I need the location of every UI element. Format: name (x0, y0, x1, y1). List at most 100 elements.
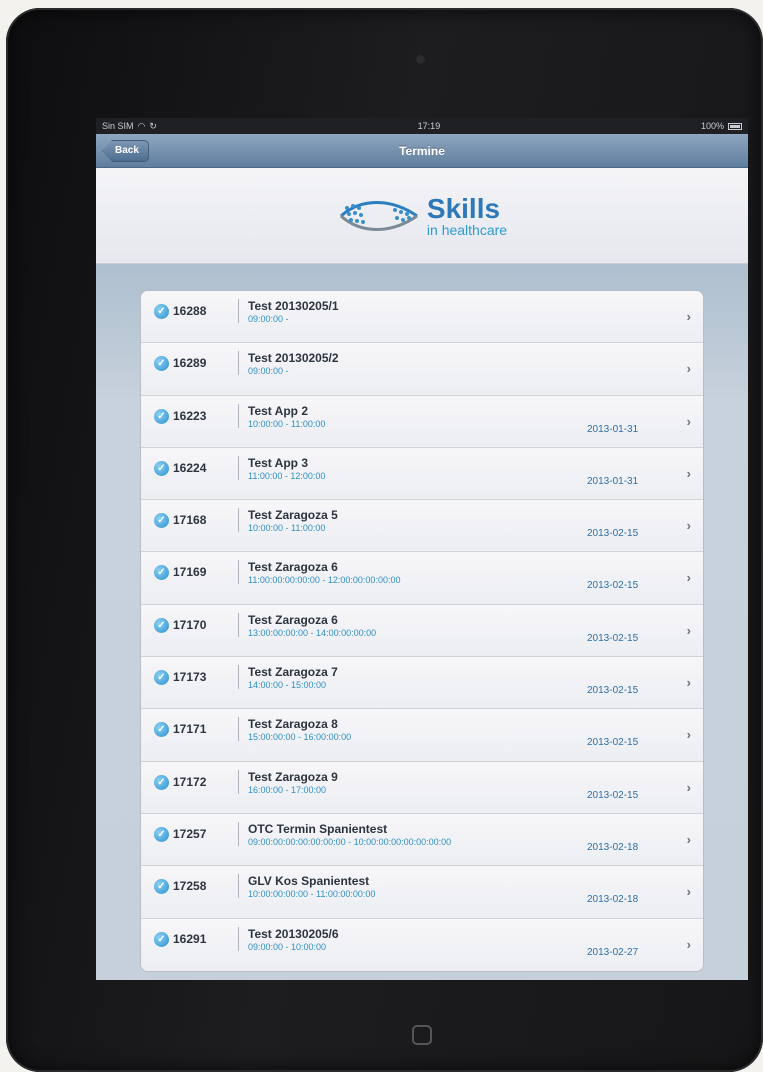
appointment-date: 2013-02-15 (587, 580, 639, 592)
front-camera (416, 55, 425, 64)
appointment-title: GLV Kos Spanientest (248, 874, 370, 889)
appointment-row[interactable]: ✓ 17168 Test Zaragoza 5 10:00:00 - 11:00… (141, 500, 703, 553)
chevron-right-icon: › (686, 413, 691, 429)
status-right: 100% (701, 121, 742, 131)
battery-label: 100% (700, 121, 724, 131)
chevron-right-icon: › (686, 936, 691, 952)
row-divider (238, 665, 239, 690)
wifi-icon: ◠ (137, 120, 146, 131)
chevron-right-icon: › (686, 570, 691, 586)
check-icon: ✓ (154, 774, 169, 790)
status-left: Sin SIM ◠ ↻ (102, 121, 157, 132)
chevron-right-icon: › (686, 465, 691, 481)
appointment-row[interactable]: ✓ 17173 Test Zaragoza 7 14:00:00 - 15:00… (141, 657, 703, 710)
appointment-time: 10:00:00 - 11:00:00 (248, 523, 326, 534)
logo-title: Skills (426, 192, 501, 224)
appointment-time: 09:00:00:00:00:00:00:00 - 10:00:00:00:00… (248, 836, 452, 847)
row-divider (238, 717, 239, 742)
appointment-id: 17257 (173, 826, 207, 841)
appointment-date: 2013-02-15 (587, 789, 639, 801)
check-icon: ✓ (154, 826, 169, 842)
appointment-date: 2013-02-15 (587, 737, 639, 749)
appointment-time: 13:00:00:00:00 - 14:00:00:00:00 (248, 627, 377, 638)
appointment-row[interactable]: ✓ 17171 Test Zaragoza 8 15:00:00:00 - 16… (141, 709, 703, 762)
appointment-time: 10:00:00:00:00 - 11:00:00:00:00 (248, 889, 376, 900)
appointment-row[interactable]: ✓ 16291 Test 20130205/6 09:00:00 - 10:00… (141, 918, 703, 971)
appointment-title: Test Zaragoza 5 (248, 508, 338, 523)
logo-text: Skills in healthcare (426, 192, 507, 237)
appointment-time: 09:00:00 - (248, 314, 289, 324)
appointment-title: Test Zaragoza 6 (248, 560, 338, 575)
appointment-id: 17173 (173, 670, 207, 685)
appointment-row[interactable]: ✓ 17258 GLV Kos Spanientest 10:00:00:00:… (141, 866, 703, 919)
check-icon: ✓ (154, 879, 169, 895)
appointment-title: OTC Termin Spanientest (248, 821, 388, 836)
chevron-right-icon: › (686, 727, 691, 743)
chevron-right-icon: › (686, 884, 691, 900)
check-icon: ✓ (154, 460, 169, 476)
appointment-row[interactable]: ✓ 17170 Test Zaragoza 6 13:00:00:00:00 -… (141, 604, 703, 658)
appointment-row[interactable]: ✓ 17172 Test Zaragoza 9 16:00:00 - 17:00… (141, 761, 703, 814)
appointment-id: 17171 (173, 722, 207, 737)
appointment-date: 2013-02-15 (587, 528, 639, 540)
appointment-date: 2013-01-31 (587, 423, 639, 435)
battery-icon (727, 122, 742, 130)
appointment-id: 16288 (173, 304, 207, 318)
home-button[interactable] (412, 1025, 432, 1045)
appointment-row[interactable]: ✓ 16223 Test App 2 10:00:00 - 11:00:00 2… (141, 395, 703, 448)
row-divider (238, 403, 239, 428)
appointment-time: 14:00:00 - 15:00:00 (248, 680, 327, 691)
appointment-id: 16224 (173, 460, 207, 475)
check-icon: ✓ (154, 670, 169, 686)
appointment-title: Test 20130205/2 (248, 351, 339, 366)
appointment-time: 11:00:00:00:00:00 - 12:00:00:00:00:00 (248, 575, 401, 586)
row-divider (238, 455, 239, 480)
appointment-id: 17168 (173, 513, 207, 528)
skills-logo: Skills in healthcare (337, 194, 507, 238)
appointment-row[interactable]: ✓ 17257 OTC Termin Spanientest 09:00:00:… (141, 813, 703, 867)
chevron-right-icon: › (686, 831, 691, 847)
appointment-date: 2013-02-27 (587, 946, 639, 958)
navigation-bar: Back Termine (96, 134, 748, 168)
chevron-right-icon: › (686, 675, 691, 691)
row-divider (238, 612, 239, 637)
appointment-time: 16:00:00 - 17:00:00 (248, 784, 327, 795)
screen: Sin SIM ◠ ↻ 17:19 100% Back Termine Skil… (96, 118, 748, 980)
check-icon: ✓ (154, 931, 169, 947)
ipad-device-frame: Sin SIM ◠ ↻ 17:19 100% Back Termine Skil… (6, 8, 763, 1072)
appointment-title: Test Zaragoza 7 (248, 665, 338, 680)
appointment-title: Test Zaragoza 9 (248, 769, 338, 784)
appointment-row[interactable]: ✓ 16288 Test 20130205/1 09:00:00 - › (141, 291, 703, 344)
chevron-right-icon: › (686, 361, 691, 377)
logo-header: Skills in healthcare (96, 168, 748, 264)
appointment-id: 17169 (173, 565, 207, 580)
check-icon: ✓ (154, 356, 169, 372)
appointment-row[interactable]: ✓ 17169 Test Zaragoza 6 11:00:00:00:00:0… (141, 552, 703, 605)
appointment-time: 11:00:00 - 12:00:00 (248, 470, 326, 481)
appointment-row[interactable]: ✓ 16289 Test 20130205/2 09:00:00 - › (141, 343, 703, 396)
status-time: 17:19 (417, 121, 441, 131)
appointment-date: 2013-02-18 (587, 841, 639, 853)
appointment-date: 2013-02-15 (587, 685, 639, 697)
check-icon: ✓ (154, 304, 169, 319)
appointment-title: Test App 2 (248, 403, 309, 418)
appointment-title: Test 20130205/6 (248, 926, 339, 941)
chevron-right-icon: › (686, 518, 691, 534)
check-icon: ✓ (154, 617, 169, 633)
appointment-time: 10:00:00 - 11:00:00 (248, 418, 326, 429)
row-divider (238, 560, 239, 585)
appointment-id: 16291 (173, 931, 207, 946)
appointment-date: 2013-02-15 (587, 632, 639, 644)
row-divider (238, 299, 239, 323)
appointment-id: 16289 (173, 356, 207, 371)
appointment-row[interactable]: ✓ 16224 Test App 3 11:00:00 - 12:00:00 2… (141, 447, 703, 501)
appointments-table: ✓ 16288 Test 20130205/1 09:00:00 - › ✓ 1… (140, 290, 704, 972)
appointment-title: Test Zaragoza 8 (248, 717, 338, 732)
check-icon: ✓ (154, 722, 169, 738)
back-button[interactable]: Back (102, 140, 149, 162)
chevron-right-icon: › (686, 779, 691, 795)
row-divider (238, 821, 239, 846)
sync-icon: ↻ (149, 120, 157, 131)
appointment-title: Test 20130205/1 (248, 299, 339, 313)
appointment-date: 2013-02-18 (587, 894, 639, 906)
